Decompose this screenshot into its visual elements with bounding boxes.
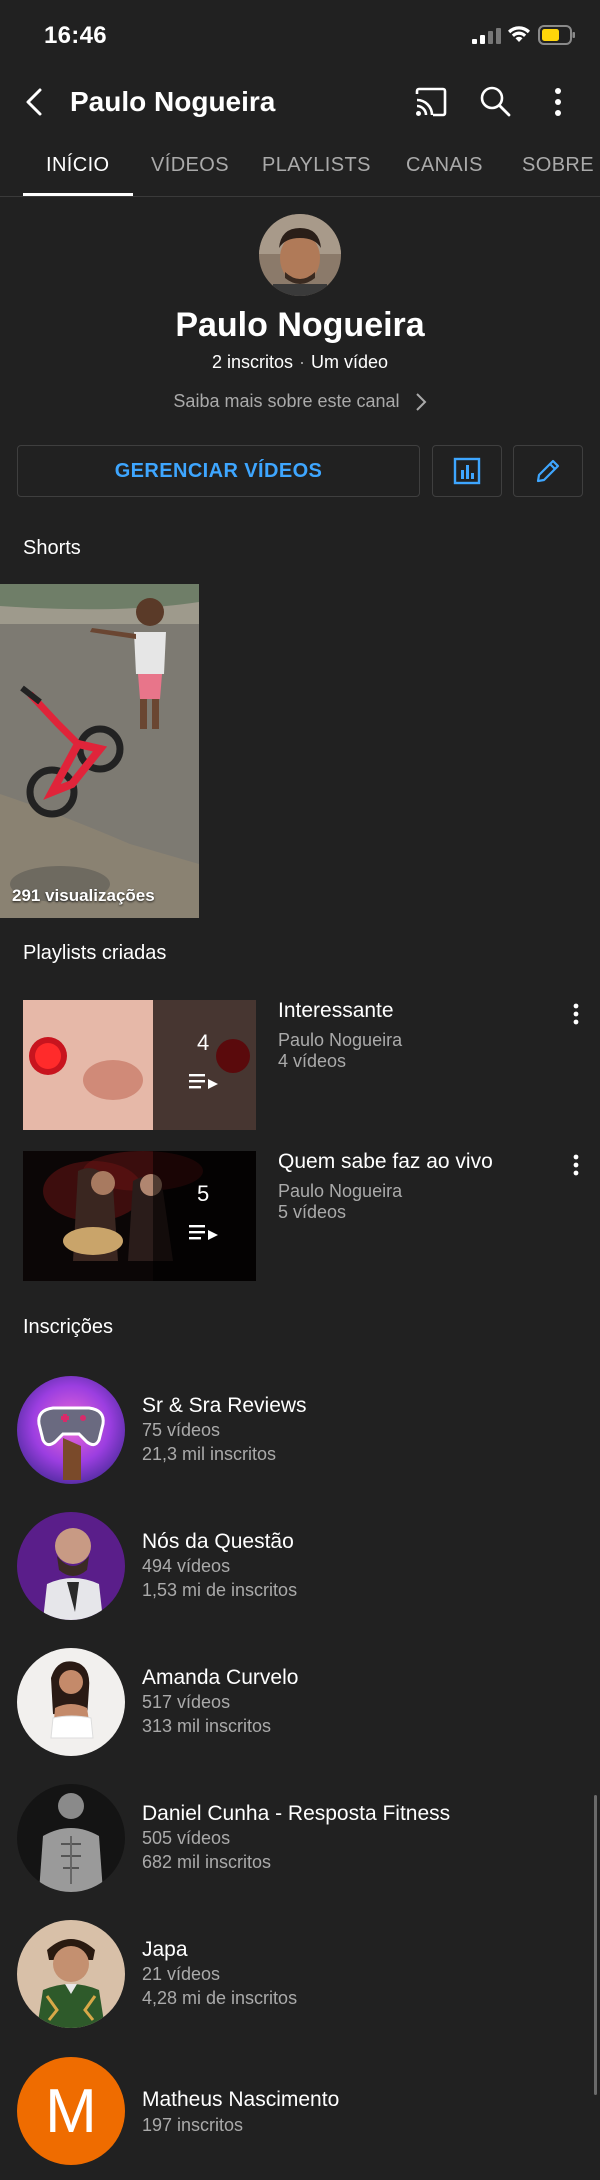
subscription-name[interactable]: Nós da Questão: [142, 1530, 294, 1554]
subscription-subscribers: 682 mil inscritos: [142, 1852, 272, 1872]
subscription-name[interactable]: Sr & Sra Reviews: [142, 1394, 307, 1418]
more-options-icon[interactable]: [568, 1002, 584, 1026]
subscription-subscribers: 4,28 mi de inscritos: [142, 1988, 298, 2008]
avatar-initial: M: [45, 2076, 97, 2146]
video-count: Um vídeo: [311, 352, 389, 372]
channel-avatar[interactable]: [17, 1512, 125, 1620]
playlist-title[interactable]: Interessante: [278, 999, 394, 1023]
subscription-videos: 494 vídeos: [142, 1556, 231, 1576]
subscription-videos: 21 vídeos: [142, 1964, 221, 1984]
playlist-thumbnail[interactable]: [23, 1000, 256, 1130]
tab-videos[interactable]: VÍDEOS: [151, 154, 229, 177]
channel-avatar[interactable]: [17, 1376, 125, 1484]
playlist-title[interactable]: Quem sabe faz ao vivo: [278, 1150, 493, 1174]
subscription-name[interactable]: Japa: [142, 1938, 188, 1962]
more-options-icon[interactable]: [568, 1153, 584, 1177]
channel-stats: 2 inscritos · Um vídeo: [0, 352, 600, 373]
playlist-owner: Paulo Nogueira: [278, 1181, 403, 1201]
channel-avatar[interactable]: M: [17, 2057, 125, 2165]
cellular-signal-icon: [472, 28, 501, 44]
chevron-right-icon: [415, 393, 426, 411]
subscription-name[interactable]: Amanda Curvelo: [142, 1666, 298, 1690]
playlist-icon: [189, 1074, 218, 1089]
manage-videos-label: GERENCIAR VÍDEOS: [114, 459, 323, 482]
header-title: Paulo Nogueira: [70, 86, 276, 117]
tab-playlists[interactable]: PLAYLISTS: [262, 154, 371, 177]
tab-sobre[interactable]: SOBRE: [522, 154, 594, 177]
scrollbar[interactable]: [594, 1795, 597, 2095]
playlist-videos: 5 vídeos: [278, 1202, 347, 1222]
subscriptions-section-title: Inscrições: [23, 1316, 114, 1338]
channel-name: Paulo Nogueira: [175, 306, 425, 344]
status-time: 16:46: [44, 22, 107, 49]
analytics-icon: [453, 457, 481, 485]
status-bar: 16:46: [0, 0, 600, 72]
short-thumbnail[interactable]: [0, 584, 199, 918]
pencil-icon: [536, 459, 560, 483]
wifi-icon: [508, 26, 530, 42]
manage-videos-button[interactable]: GERENCIAR VÍDEOS: [17, 445, 420, 497]
short-views: 291 visualizações: [12, 886, 155, 905]
tab-canais[interactable]: CANAIS: [406, 154, 483, 177]
subscription-videos: 197 inscritos: [142, 2115, 244, 2135]
channel-avatar[interactable]: [17, 1784, 125, 1892]
subscription-videos: 75 vídeos: [142, 1420, 221, 1440]
about-channel-link[interactable]: Saiba mais sobre este canal: [0, 391, 600, 412]
more-options-icon[interactable]: [545, 86, 571, 118]
playlist-thumbnail[interactable]: [23, 1151, 256, 1281]
cast-icon[interactable]: [414, 86, 448, 118]
subscription-name[interactable]: Matheus Nascimento: [142, 2088, 339, 2112]
subscription-name[interactable]: Daniel Cunha - Resposta Fitness: [142, 1802, 450, 1826]
separator-dot: ·: [299, 352, 305, 372]
edit-channel-button[interactable]: [513, 445, 583, 497]
subscription-subscribers: 21,3 mil inscritos: [142, 1444, 277, 1464]
search-icon[interactable]: [478, 84, 512, 118]
subscription-subscribers: 313 mil inscritos: [142, 1716, 272, 1736]
back-arrow-icon[interactable]: [18, 84, 52, 120]
playlist-videos: 4 vídeos: [278, 1051, 347, 1071]
active-tab-indicator: [23, 193, 133, 196]
app-header: Paulo Nogueira: [0, 72, 600, 132]
playlist-owner: Paulo Nogueira: [278, 1030, 403, 1050]
subscription-videos: 505 vídeos: [142, 1828, 231, 1848]
about-channel-label: Saiba mais sobre este canal: [173, 391, 400, 411]
subscription-subscribers: 1,53 mi de inscritos: [142, 1580, 298, 1600]
shorts-section-title: Shorts: [23, 537, 81, 559]
channel-tabs: INÍCIO VÍDEOS PLAYLISTS CANAIS SOBRE: [0, 140, 600, 197]
channel-avatar[interactable]: [259, 214, 341, 296]
playlist-video-count: 5: [197, 1181, 210, 1206]
channel-avatar[interactable]: [17, 1920, 125, 2028]
tab-inicio[interactable]: INÍCIO: [46, 154, 110, 177]
playlists-section-title: Playlists criadas: [23, 942, 167, 964]
analytics-button[interactable]: [432, 445, 502, 497]
playlist-icon: [189, 1225, 218, 1240]
battery-icon: [538, 25, 575, 45]
channel-avatar[interactable]: [17, 1648, 125, 1756]
subscription-videos: 517 vídeos: [142, 1692, 231, 1712]
playlist-video-count: 4: [197, 1030, 210, 1055]
subscriber-count: 2 inscritos: [211, 352, 293, 372]
